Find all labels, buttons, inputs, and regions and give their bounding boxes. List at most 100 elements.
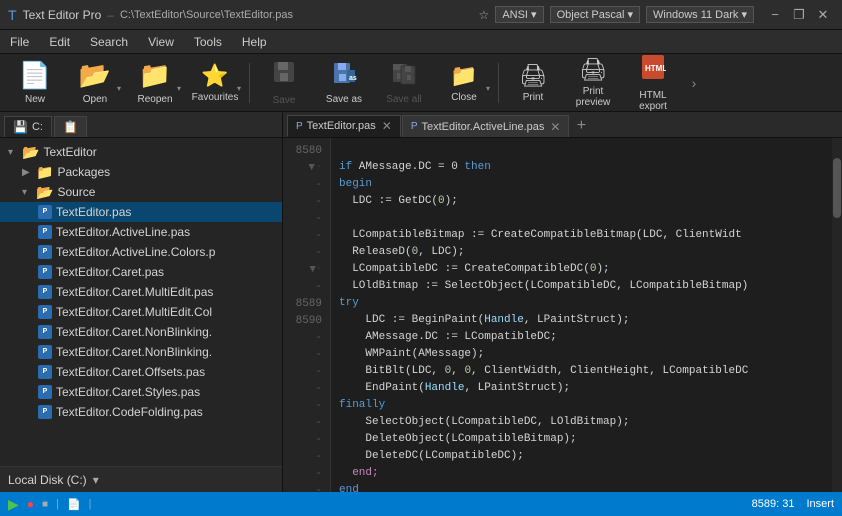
- bookmark-icon[interactable]: ☆: [479, 8, 490, 22]
- editor-tab-icon-1: P: [296, 121, 303, 132]
- tree-item-caret-multiedit[interactable]: P TextEditor.Caret.MultiEdit.pas: [0, 282, 282, 302]
- tab-files[interactable]: 📋: [54, 116, 87, 137]
- menubar: FileEditSearchViewToolsHelp: [0, 30, 842, 54]
- menu-item-help[interactable]: Help: [232, 30, 277, 53]
- save-button[interactable]: Save: [255, 58, 313, 108]
- statusbar: ▶ ● ■ | 📄 | 8589: 31 Insert: [0, 492, 842, 516]
- editor-tabs: P TextEditor.pas ✕ P TextEditor.ActiveLi…: [283, 112, 842, 138]
- drive-arrow[interactable]: ▾: [93, 473, 99, 487]
- code-content[interactable]: if AMessage.DC = 0 then begin LDC := Get…: [331, 138, 832, 492]
- status-record[interactable]: ●: [27, 497, 34, 511]
- menu-item-edit[interactable]: Edit: [39, 30, 80, 53]
- restore-button[interactable]: ❐: [788, 4, 810, 26]
- tree-item-caret[interactable]: P TextEditor.Caret.pas: [0, 262, 282, 282]
- editor-tab-texteditor[interactable]: P TextEditor.pas ✕: [287, 115, 401, 137]
- minimize-button[interactable]: −: [764, 4, 786, 26]
- scrollbar-thumb[interactable]: [833, 158, 841, 218]
- tree-item-activeline[interactable]: P TextEditor.ActiveLine.pas: [0, 222, 282, 242]
- file-badge-5: P: [38, 305, 52, 319]
- new-icon: 📄: [19, 60, 51, 91]
- close-button[interactable]: ✕: [812, 4, 834, 26]
- toolbar-more[interactable]: ›: [684, 58, 704, 108]
- tab-drive-c[interactable]: 💾 C:: [4, 116, 52, 137]
- print-button[interactable]: 🖨 Print: [504, 58, 562, 108]
- line-num-8590: 8590: [283, 312, 330, 329]
- new-button[interactable]: 📄 New: [6, 58, 64, 108]
- saveall-icon: [391, 60, 417, 91]
- reopen-button[interactable]: 📁 Reopen ▾: [126, 58, 184, 108]
- favourites-icon: ⭐: [201, 63, 228, 89]
- app-title: Text Editor Pro: [23, 8, 102, 22]
- code-line-11: AMessage.DC := LCompatibleDC;: [339, 331, 557, 343]
- file-badge-pas: P: [38, 205, 52, 219]
- code-line-3: LDC := GetDC(0);: [339, 195, 458, 207]
- close-tab-1[interactable]: ✕: [382, 119, 392, 133]
- tree-item-offsets[interactable]: P TextEditor.Caret.Offsets.pas: [0, 362, 282, 382]
- print-icon: 🖨: [519, 63, 547, 89]
- saveall-button[interactable]: Save all: [375, 58, 433, 108]
- saveas-icon: as: [331, 60, 357, 91]
- status-play[interactable]: ▶: [8, 496, 19, 513]
- tree-item-source[interactable]: ▾ 📂 Source: [0, 182, 282, 202]
- file-badge-4: P: [38, 285, 52, 299]
- tree-arrow-source: ▾: [22, 187, 36, 198]
- editor-panel: P TextEditor.pas ✕ P TextEditor.ActiveLi…: [283, 112, 842, 492]
- line-num-dot1: ▼-: [283, 159, 330, 176]
- tree-label-file8: TextEditor.Caret.Offsets.pas: [56, 365, 205, 379]
- tree-item-activeline-colors[interactable]: P TextEditor.ActiveLine.Colors.p: [0, 242, 282, 262]
- reopen-label: Reopen: [137, 94, 172, 105]
- reopen-arrow: ▾: [177, 84, 181, 93]
- line-num-dot6: -: [283, 244, 330, 261]
- print-preview-button[interactable]: 🖨 Print preview: [564, 58, 622, 108]
- close-tab-2[interactable]: ✕: [550, 120, 560, 134]
- language-selector[interactable]: Object Pascal ▾: [550, 6, 640, 23]
- tree-label-texteditor: TextEditor: [43, 145, 96, 159]
- tree-item-nonblinking2[interactable]: P TextEditor.Caret.NonBlinking.: [0, 342, 282, 362]
- tree-item-texteditor[interactable]: ▾ 📂 TextEditor: [0, 142, 282, 162]
- editor-mode: Insert: [806, 498, 834, 510]
- tree-item-nonblinking1[interactable]: P TextEditor.Caret.NonBlinking.: [0, 322, 282, 342]
- html-export-icon: HTML: [640, 53, 666, 87]
- menu-item-tools[interactable]: Tools: [184, 30, 232, 53]
- menu-item-view[interactable]: View: [138, 30, 184, 53]
- code-line-14: EndPaint(Handle, LPaintStruct);: [339, 382, 570, 394]
- titlebar: T Text Editor Pro – C:\TextEditor\Source…: [0, 0, 842, 30]
- file-badge-3: P: [38, 265, 52, 279]
- theme-selector[interactable]: Windows 11 Dark ▾: [646, 6, 754, 23]
- new-tab-button[interactable]: +: [570, 115, 592, 137]
- saveas-label: Save as: [326, 94, 362, 105]
- line-num-dot12: -: [283, 380, 330, 397]
- editor-tab-activeline[interactable]: P TextEditor.ActiveLine.pas ✕: [402, 115, 570, 137]
- line-num-dot4: -: [283, 210, 330, 227]
- open-button[interactable]: 📂 Open ▾: [66, 58, 124, 108]
- encoding-selector[interactable]: ANSI ▾: [495, 6, 543, 23]
- menu-item-search[interactable]: Search: [80, 30, 138, 53]
- menu-item-file[interactable]: File: [0, 30, 39, 53]
- save-label: Save: [273, 95, 296, 106]
- code-line-16: SelectObject(LCompatibleDC, LOldBitmap);: [339, 416, 629, 428]
- status-right: 8589: 31 Insert: [752, 498, 834, 510]
- left-panel: 💾 C: 📋 ▾ 📂 TextEditor ▶ 📁 Packages: [0, 112, 283, 492]
- new-label: New: [25, 94, 45, 105]
- tree-item-codefolding[interactable]: P TextEditor.CodeFolding.pas: [0, 402, 282, 422]
- tree-label-file1: TextEditor.ActiveLine.pas: [56, 225, 190, 239]
- tree-item-texteditor-pas[interactable]: P TextEditor.pas: [0, 202, 282, 222]
- open-arrow: ▾: [117, 84, 121, 93]
- code-line-9: try: [339, 297, 359, 309]
- tree-item-caret-multiedit-col[interactable]: P TextEditor.Caret.MultiEdit.Col: [0, 302, 282, 322]
- saveas-button[interactable]: as Save as: [315, 58, 373, 108]
- code-line-13: BitBlt(LDC, 0, 0, ClientWidth, ClientHei…: [339, 365, 748, 377]
- tree-arrow-packages: ▶: [22, 167, 36, 178]
- tree-item-packages[interactable]: ▶ 📁 Packages: [0, 162, 282, 182]
- close-file-button[interactable]: 📁 Close ▾: [435, 58, 493, 108]
- file-badge-7: P: [38, 345, 52, 359]
- status-stop[interactable]: ■: [42, 499, 48, 510]
- folder-closed-icon-packages: 📁: [36, 164, 53, 181]
- html-export-button[interactable]: HTML HTML export: [624, 58, 682, 108]
- vertical-scrollbar[interactable]: [832, 138, 842, 492]
- favourites-button[interactable]: ⭐ Favourites ▾: [186, 58, 244, 108]
- print-preview-label: Print preview: [565, 86, 621, 108]
- tree-item-styles[interactable]: P TextEditor.Caret.Styles.pas: [0, 382, 282, 402]
- code-line-10: LDC := BeginPaint(Handle, LPaintStruct);: [339, 314, 629, 326]
- code-line-17: DeleteObject(LCompatibleBitmap);: [339, 433, 577, 445]
